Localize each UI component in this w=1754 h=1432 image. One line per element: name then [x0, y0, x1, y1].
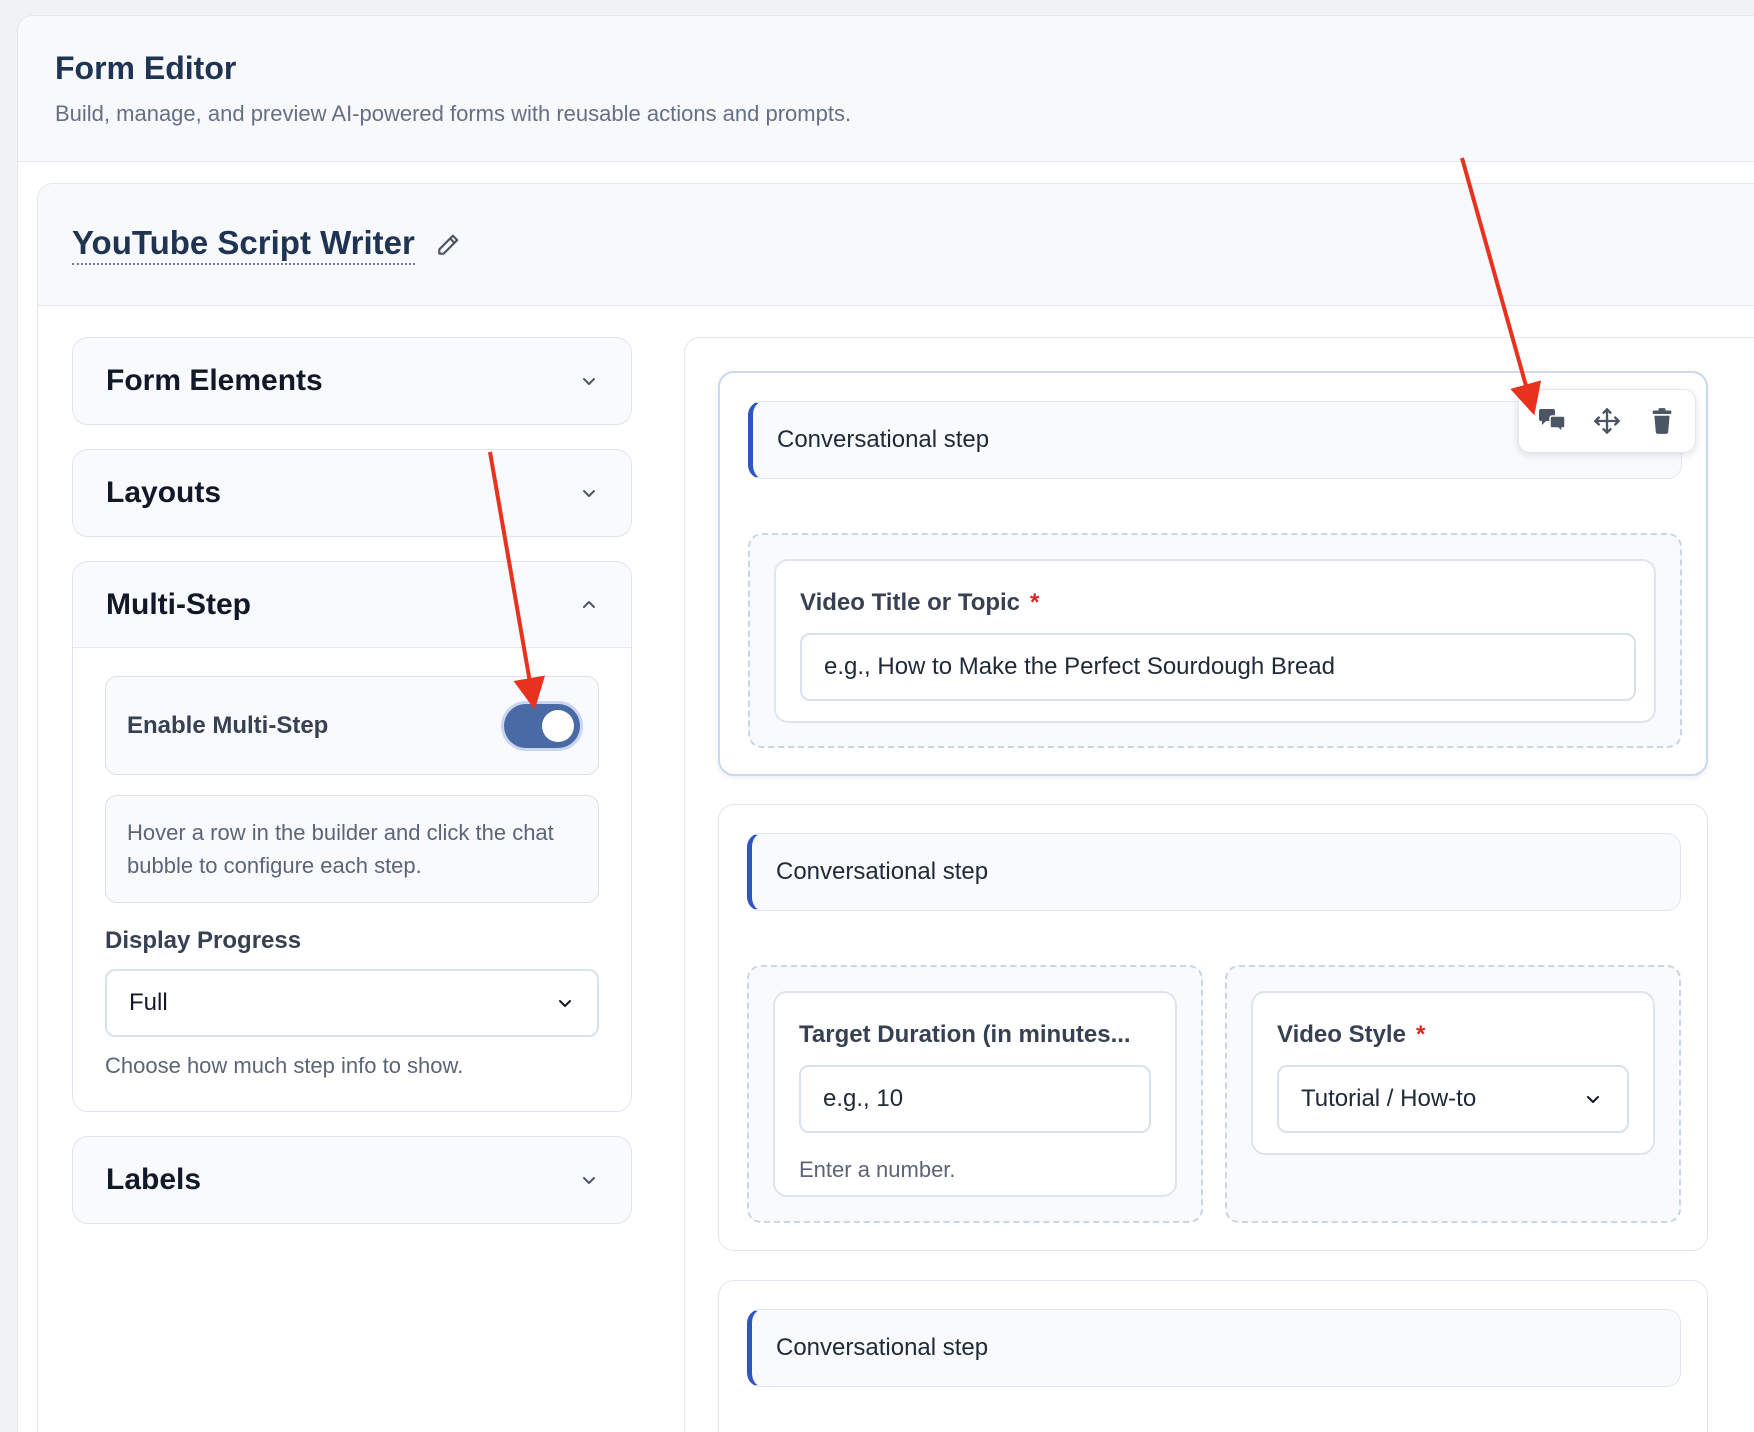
accordion-title: Labels [106, 1163, 202, 1196]
accordion-title: Layouts [106, 476, 222, 509]
step-label: Conversational step [776, 858, 989, 885]
input-placeholder: e.g., How to Make the Perfect Sourdough … [824, 653, 1335, 680]
field-label: Video Style * [1277, 1021, 1426, 1048]
row-toolbar [1518, 389, 1696, 453]
builder-row[interactable]: Conversational step [718, 371, 1708, 776]
conversational-step-bar[interactable]: Conversational step [747, 833, 1681, 911]
field-label: Target Duration (in minutes... [799, 1021, 1131, 1048]
field-drop-zone: Video Title or Topic * e.g., How to Make … [748, 533, 1682, 748]
conversational-step-bar[interactable]: Conversational step [747, 1309, 1681, 1387]
accordion-header-labels[interactable]: Labels [73, 1137, 631, 1223]
chevron-down-icon [1583, 1089, 1603, 1109]
form-card-header: YouTube Script Writer [38, 184, 1754, 306]
chevron-down-icon [579, 483, 599, 503]
chevron-down-icon [579, 1170, 599, 1190]
step-label: Conversational step [776, 1334, 989, 1361]
select-value: Tutorial / How-to [1301, 1085, 1477, 1112]
builder-row[interactable]: Conversational step Target Duration (in … [718, 804, 1708, 1251]
field-help: Enter a number. [799, 1157, 956, 1182]
field-drop-zone: Video Style * Tutorial / How-to [1225, 965, 1681, 1223]
step-label: Conversational step [777, 426, 990, 453]
chevron-up-icon [579, 595, 599, 615]
accordion-labels: Labels [72, 1136, 632, 1224]
form-card: YouTube Script Writer Form Elements Layo… [37, 183, 1754, 1432]
field-card[interactable]: Video Style * Tutorial / How-to [1251, 991, 1655, 1155]
trash-icon[interactable] [1646, 405, 1678, 437]
field-drop-zone: Target Duration (in minutes... e.g., 10 … [747, 965, 1203, 1223]
sidebar: Form Elements Layouts Multi-Step Enable … [72, 337, 632, 1248]
accordion-form-elements: Form Elements [72, 337, 632, 425]
required-marker: * [1030, 589, 1040, 616]
display-progress-label: Display Progress [105, 927, 302, 954]
video-title-input[interactable]: e.g., How to Make the Perfect Sourdough … [800, 633, 1636, 701]
accordion-layouts: Layouts [72, 449, 632, 537]
accordion-multi-step: Multi-Step Enable Multi-Step Hover a row… [72, 561, 632, 1112]
page-title: Form Editor [55, 50, 237, 86]
form-builder-canvas: Conversational step Video Title or Topic… [684, 337, 1754, 1432]
accordion-header-layouts[interactable]: Layouts [73, 450, 631, 536]
multi-step-hint: Hover a row in the builder and click the… [105, 795, 599, 903]
enable-multi-step-row: Enable Multi-Step [105, 676, 599, 775]
required-marker: * [1415, 1021, 1426, 1048]
input-placeholder: e.g., 10 [823, 1085, 904, 1112]
enable-multi-step-toggle[interactable] [504, 703, 580, 748]
toggle-knob [542, 709, 574, 742]
display-progress-value: Full [129, 989, 168, 1016]
chevron-down-icon [579, 371, 599, 391]
video-style-select[interactable]: Tutorial / How-to [1277, 1065, 1629, 1133]
chat-bubble-icon[interactable] [1536, 405, 1568, 437]
field-card[interactable]: Target Duration (in minutes... e.g., 10 … [773, 991, 1177, 1197]
page-header: Form Editor Build, manage, and preview A… [18, 16, 1754, 162]
accordion-title: Multi-Step [106, 587, 251, 621]
accordion-title: Form Elements [106, 364, 323, 397]
field-card[interactable]: Video Title or Topic * e.g., How to Make … [774, 559, 1656, 723]
accordion-header-form-elements[interactable]: Form Elements [73, 338, 631, 424]
page-subtitle: Build, manage, and preview AI-powered fo… [55, 101, 852, 126]
display-progress-help: Choose how much step info to show. [105, 1053, 464, 1078]
move-icon[interactable] [1591, 405, 1623, 437]
field-label: Video Title or Topic * [800, 589, 1040, 616]
enable-multi-step-label: Enable Multi-Step [127, 711, 329, 739]
form-name[interactable]: YouTube Script Writer [72, 224, 415, 265]
pencil-icon[interactable] [435, 232, 461, 258]
target-duration-input[interactable]: e.g., 10 [799, 1065, 1151, 1133]
multi-step-body: Enable Multi-Step Hover a row in the bui… [73, 648, 631, 1111]
display-progress-select[interactable]: Full [105, 969, 599, 1037]
chevron-down-icon [555, 993, 575, 1013]
accordion-header-multi-step[interactable]: Multi-Step [73, 562, 631, 648]
builder-row[interactable]: Conversational step [718, 1280, 1708, 1432]
